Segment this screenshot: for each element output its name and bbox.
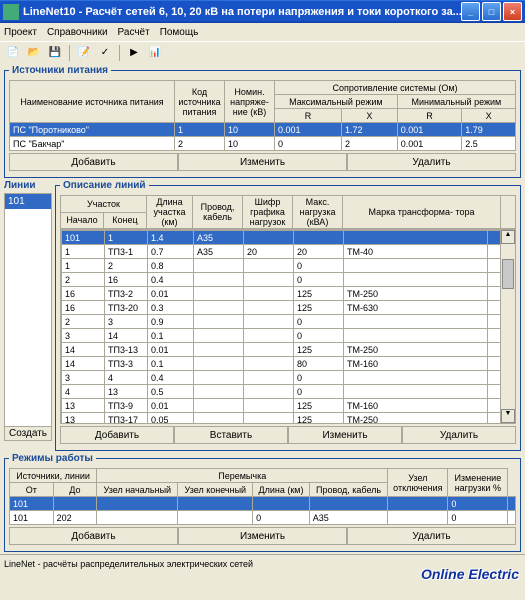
window-title: LineNet10 - Расчёт сетей 6, 10, 20 кВ на… <box>23 6 461 18</box>
table-row[interactable]: 2160.40 <box>62 273 515 287</box>
table-row[interactable]: ПС "Бакчар"210020.0012.5 <box>10 137 516 151</box>
col-mwire: Провод, кабель <box>309 483 388 497</box>
col-jumper: Перемычка <box>97 469 388 483</box>
save-icon[interactable]: 💾 <box>46 44 64 62</box>
table-row[interactable]: 1010 <box>10 497 516 511</box>
col-rmax: R <box>275 109 342 123</box>
lines-insert-button[interactable]: Вставить <box>174 426 288 444</box>
scroll-thumb[interactable] <box>502 259 514 289</box>
lines-legend: Описание линий <box>60 180 149 191</box>
scroll-up-icon[interactable]: ▲ <box>501 230 515 244</box>
col-from: От <box>10 483 54 497</box>
col-max: Максимальный режим <box>275 95 398 109</box>
col-code: Код источника питания <box>175 81 225 123</box>
col-name: Наименование источника питания <box>10 81 175 123</box>
table-row[interactable]: 230.90 <box>62 315 515 329</box>
table-row[interactable]: 3140.10 <box>62 329 515 343</box>
col-start: Начало <box>61 212 104 229</box>
table-row[interactable]: 13ТП3-170.05125ТМ-250 <box>62 413 515 425</box>
table-row[interactable]: 1012020А350 <box>10 511 516 525</box>
maximize-button[interactable]: □ <box>482 2 501 21</box>
col-chg: Изменение нагрузки % <box>448 469 508 497</box>
sources-legend: Источники питания <box>9 65 111 76</box>
report-icon[interactable]: 📊 <box>146 44 164 62</box>
sources-edit-button[interactable]: Изменить <box>178 153 347 171</box>
run-icon[interactable]: ▶ <box>125 44 143 62</box>
col-res: Сопротивление системы (Ом) <box>275 81 516 95</box>
table-row[interactable]: 120.80 <box>62 259 515 273</box>
sources-table[interactable]: Наименование источника питания Код источ… <box>9 80 516 151</box>
col-n2: Узел конечный <box>178 483 253 497</box>
create-button[interactable]: Создать <box>5 426 51 440</box>
modes-add-button[interactable]: Добавить <box>9 527 178 545</box>
col-off: Узел отключения <box>388 469 448 497</box>
watermark: Online Electric <box>421 566 519 582</box>
close-button[interactable]: × <box>503 2 522 21</box>
menu-project[interactable]: Проект <box>4 27 37 38</box>
status-text: LineNet - расчёты распределительных элек… <box>4 559 253 569</box>
menu-refs[interactable]: Справочники <box>47 27 108 38</box>
modes-legend: Режимы работы <box>9 453 96 464</box>
table-row[interactable]: 13ТП3-90.01125ТМ-160 <box>62 399 515 413</box>
modes-group: Режимы работы Источники, линии Перемычка… <box>4 453 521 552</box>
lines-add-button[interactable]: Добавить <box>60 426 174 444</box>
scrollbar[interactable]: ▲ ▼ <box>500 230 515 423</box>
sidebar-item-101[interactable]: 101 <box>5 194 51 209</box>
table-row[interactable]: ПС "Поротниково"1100.0011.720.0011.79 <box>10 123 516 137</box>
table-row[interactable]: 4130.50 <box>62 385 515 399</box>
table-row[interactable]: 14ТП3-130.01125ТМ-250 <box>62 343 515 357</box>
col-n1: Узел начальный <box>97 483 178 497</box>
col-rmin: R <box>397 109 462 123</box>
col-xmin: X <box>462 109 516 123</box>
check-icon[interactable]: ✓ <box>96 44 114 62</box>
table-row[interactable]: 14ТП3-30.180ТМ-160 <box>62 357 515 371</box>
toolbar: 📄 📂 💾 📝 ✓ ▶ 📊 <box>0 41 525 63</box>
lines-side-label: Линии <box>4 180 52 191</box>
col-sect: Участок <box>61 196 147 213</box>
sources-group: Источники питания Наименование источника… <box>4 65 521 178</box>
app-icon <box>3 4 19 20</box>
table-row[interactable]: 16ТП3-20.01125ТМ-250 <box>62 287 515 301</box>
menubar: Проект Справочники Расчёт Помощь <box>0 23 525 41</box>
col-code: Шифр графика нагрузок <box>243 196 293 229</box>
minimize-button[interactable]: _ <box>461 2 480 21</box>
col-min: Минимальный режим <box>397 95 515 109</box>
col-len: Длина участка (км) <box>147 196 193 229</box>
col-mlen: Длина (км) <box>253 483 310 497</box>
table-row[interactable]: 1ТП3-10.7А352020ТМ-40 <box>62 245 515 259</box>
menu-calc[interactable]: Расчёт <box>118 27 150 38</box>
lines-delete-button[interactable]: Удалить <box>402 426 516 444</box>
col-nom: Номин. напряже- ние (кВ) <box>225 81 275 123</box>
new-icon[interactable]: 📄 <box>4 44 22 62</box>
sources-add-button[interactable]: Добавить <box>9 153 178 171</box>
col-end: Конец <box>104 212 147 229</box>
col-trans: Марка трансформа- тора <box>343 196 501 229</box>
modes-edit-button[interactable]: Изменить <box>178 527 347 545</box>
col-xmax: X <box>342 109 398 123</box>
lines-edit-button[interactable]: Изменить <box>288 426 402 444</box>
edit-icon[interactable]: 📝 <box>75 44 93 62</box>
lines-sidebar[interactable]: 101 Создать <box>4 193 52 441</box>
lines-table[interactable]: 10111.4А351ТП3-10.7А352020ТМ-40120.80216… <box>61 230 515 424</box>
lines-header-table: Участок Длина участка (км) Провод, кабел… <box>60 195 516 229</box>
col-src: Источники, линии <box>10 469 97 483</box>
menu-help[interactable]: Помощь <box>160 27 199 38</box>
col-load: Макс. нагрузка (кВА) <box>293 196 343 229</box>
table-row[interactable]: 10111.4А35 <box>62 231 515 245</box>
lines-group: Описание линий Участок Длина участка (км… <box>55 180 521 451</box>
scroll-down-icon[interactable]: ▼ <box>501 409 515 423</box>
open-icon[interactable]: 📂 <box>25 44 43 62</box>
table-row[interactable]: 16ТП3-200.3125ТМ-630 <box>62 301 515 315</box>
modes-delete-button[interactable]: Удалить <box>347 527 516 545</box>
col-to: До <box>53 483 97 497</box>
modes-table[interactable]: Источники, линии Перемычка Узел отключен… <box>9 468 516 525</box>
table-row[interactable]: 340.40 <box>62 371 515 385</box>
sources-delete-button[interactable]: Удалить <box>347 153 516 171</box>
titlebar: LineNet10 - Расчёт сетей 6, 10, 20 кВ на… <box>0 0 525 23</box>
col-wire: Провод, кабель <box>193 196 243 229</box>
